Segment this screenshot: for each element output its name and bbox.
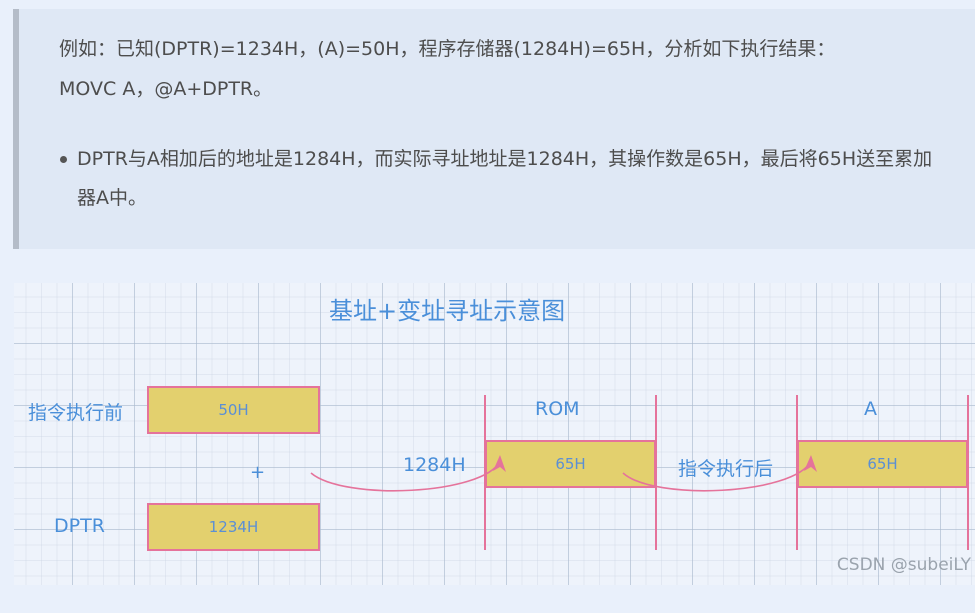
arrow-curve-to-rom	[310, 460, 501, 492]
addressing-diagram: 基址+变址寻址示意图 指令执行前 50H + DPTR 1234H ROM 12…	[14, 283, 975, 585]
csdn-watermark: CSDN @subeiLY	[836, 555, 971, 575]
bullet-text: DPTR与A相加后的地址是1284H，而实际寻址地址是1284H，其操作数是65…	[77, 148, 933, 209]
quote-line-1: 例如：已知(DPTR)=1234H，(A)=50H，程序存储器(1284H)=6…	[59, 38, 836, 60]
arrow-head-to-rom	[493, 455, 506, 472]
bullet-list-item: DPTR与A相加后的地址是1284H，而实际寻址地址是1284H，其操作数是65…	[60, 140, 947, 218]
arrow-curve-to-acc	[622, 460, 812, 492]
arrow-head-to-acc	[804, 455, 817, 472]
quote-text: 例如：已知(DPTR)=1234H，(A)=50H，程序存储器(1284H)=6…	[59, 29, 959, 109]
bullet-dot-icon	[60, 156, 67, 163]
blockquote: 例如：已知(DPTR)=1234H，(A)=50H，程序存储器(1284H)=6…	[13, 9, 975, 249]
diagram-arrows	[310, 455, 817, 492]
quote-line-2: MOVC A，@A+DPTR。	[59, 78, 273, 100]
